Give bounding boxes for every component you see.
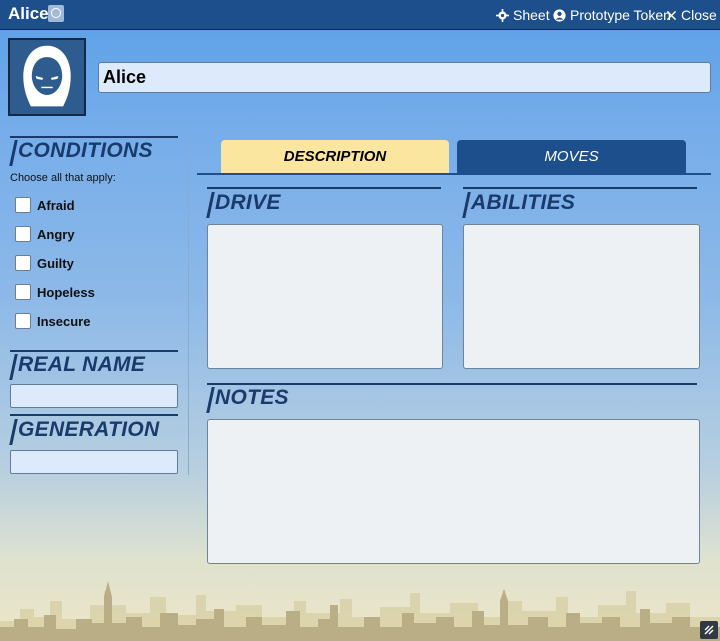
notes-textarea[interactable] [207, 419, 700, 564]
hooded-figure-icon [23, 45, 71, 107]
real-name-heading: REAL NAME [9, 353, 146, 380]
conditions-heading: CONDITIONS [9, 139, 153, 166]
heading-slash [9, 354, 18, 380]
abilities-rule [463, 187, 697, 189]
column-divider [188, 137, 189, 475]
abilities-heading-text: ABILITIES [471, 191, 576, 214]
character-portrait[interactable] [8, 38, 86, 116]
conditions-rule [10, 136, 178, 138]
heading-slash [9, 419, 18, 445]
window-header[interactable]: Alice Sheet Prototype Token Close [0, 0, 720, 30]
condition-guilty[interactable]: Guilty [15, 255, 74, 271]
close-label: Close [681, 7, 717, 23]
condition-angry[interactable]: Angry [15, 226, 75, 242]
heading-slash [9, 140, 18, 166]
prototype-token-label: Prototype Token [570, 7, 671, 23]
insecure-checkbox[interactable] [15, 313, 31, 329]
id-badge-icon[interactable] [48, 5, 64, 22]
close-button[interactable]: Close [666, 7, 717, 23]
heading-slash [462, 192, 471, 218]
sheet-button[interactable]: Sheet [496, 7, 550, 23]
generation-input[interactable] [10, 450, 178, 474]
guilty-checkbox[interactable] [15, 255, 31, 271]
angry-checkbox[interactable] [15, 226, 31, 242]
character-sheet-window: Alice Sheet Prototype Token Close Alice … [0, 0, 720, 641]
generation-heading: GENERATION [9, 418, 160, 445]
heading-slash [206, 192, 215, 218]
real-name-input[interactable] [10, 384, 178, 408]
drive-heading: DRIVE [206, 191, 281, 218]
city-skyline-decoration [0, 581, 720, 641]
condition-afraid[interactable]: Afraid [15, 197, 75, 213]
tab-description[interactable]: DESCRIPTION [221, 140, 449, 173]
conditions-heading-text: CONDITIONS [18, 139, 153, 162]
condition-label: Guilty [37, 255, 74, 271]
tab-moves[interactable]: MOVES [457, 140, 686, 173]
drive-textarea[interactable] [207, 224, 443, 369]
close-icon [666, 10, 677, 20]
drive-rule [207, 187, 441, 189]
condition-hopeless[interactable]: Hopeless [15, 284, 95, 300]
resize-icon [704, 625, 714, 635]
notes-heading: NOTES [206, 386, 289, 413]
resize-handle[interactable] [700, 621, 718, 639]
condition-label: Hopeless [37, 284, 95, 300]
prototype-token-button[interactable]: Prototype Token [553, 7, 671, 23]
condition-insecure[interactable]: Insecure [15, 313, 90, 329]
real-name-heading-text: REAL NAME [18, 353, 146, 376]
abilities-heading: ABILITIES [462, 191, 576, 218]
heading-slash [206, 387, 215, 413]
afraid-checkbox[interactable] [15, 197, 31, 213]
sheet-label: Sheet [513, 7, 550, 23]
condition-label: Afraid [37, 197, 75, 213]
real-name-rule [10, 350, 178, 352]
condition-label: Angry [37, 226, 75, 242]
gear-icon [496, 8, 509, 22]
character-name-input[interactable]: Alice [98, 62, 711, 93]
notes-rule [207, 383, 697, 385]
abilities-textarea[interactable] [463, 224, 700, 369]
user-circle-icon [553, 8, 566, 22]
window-title: Alice [8, 4, 49, 23]
condition-label: Insecure [37, 313, 91, 329]
conditions-hint: Choose all that apply: [10, 172, 116, 184]
generation-rule [10, 414, 178, 416]
generation-heading-text: GENERATION [18, 418, 160, 441]
notes-heading-text: NOTES [215, 386, 289, 409]
hopeless-checkbox[interactable] [15, 284, 31, 300]
drive-heading-text: DRIVE [215, 191, 281, 214]
tab-underline [197, 173, 711, 175]
